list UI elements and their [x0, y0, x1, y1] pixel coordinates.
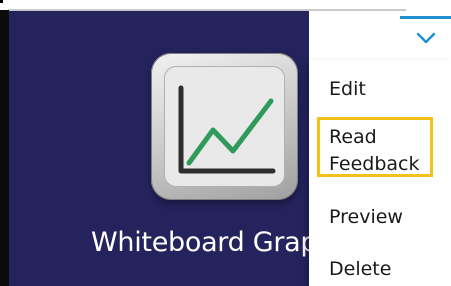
graph-icon: [178, 85, 276, 174]
app-tile-icon[interactable]: [151, 53, 298, 200]
app-card[interactable]: Whiteboard Graph: [9, 11, 309, 286]
app-name-label: Whiteboard Graph: [91, 227, 309, 258]
dropdown-toggle-button[interactable]: [400, 16, 451, 63]
menu-item-delete[interactable]: Delete: [329, 258, 391, 280]
menu-item-read-feedback-line2: Feedback: [329, 153, 420, 175]
context-menu: Edit Read Feedback Preview Delete: [309, 60, 451, 286]
menu-item-read-feedback-line1: Read: [329, 126, 377, 148]
chevron-down-icon: [416, 32, 436, 44]
window-top-edge: [0, 0, 451, 11]
menu-item-preview[interactable]: Preview: [329, 206, 403, 228]
menu-item-edit[interactable]: Edit: [329, 78, 366, 100]
corner-marker: [0, 0, 3, 3]
window-left-edge: [0, 10, 9, 286]
menu-item-read-feedback[interactable]: Read Feedback: [317, 117, 433, 177]
